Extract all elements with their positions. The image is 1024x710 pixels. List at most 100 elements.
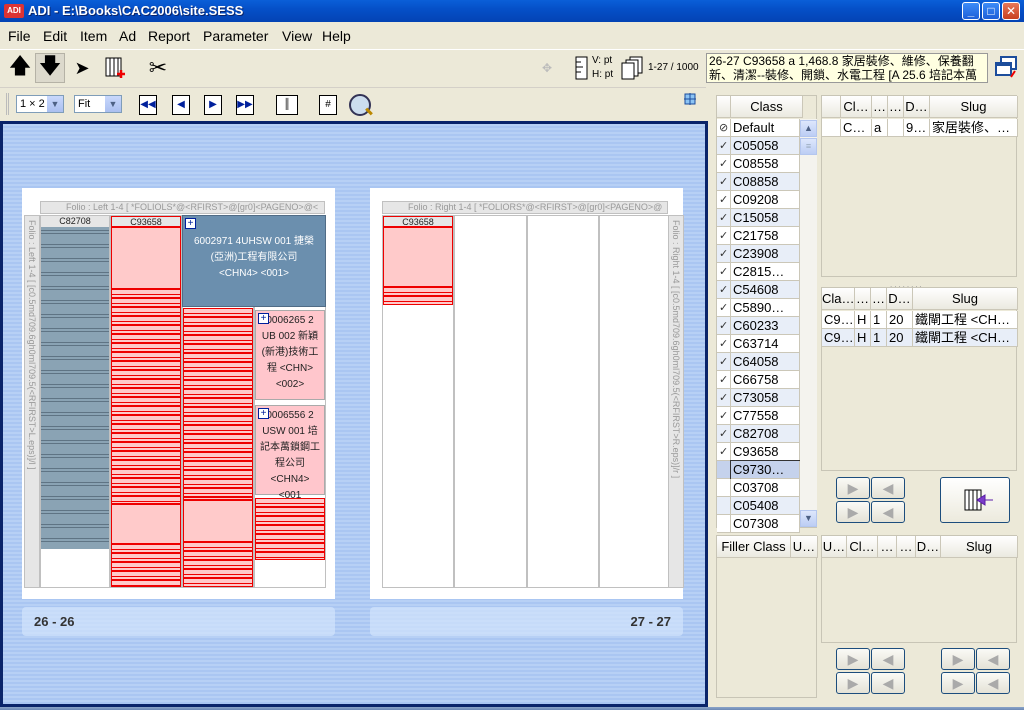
menu-item[interactable]: Item	[80, 28, 107, 44]
placed-ad[interactable]: + 0006265 2 UB 002 新穎(新港)技術工程 <CHN> <002…	[255, 310, 325, 400]
checkmark-icon[interactable]: ✓	[717, 443, 731, 461]
filler2-move-right-alt-button[interactable]: ▶	[941, 672, 975, 694]
add-column-button[interactable]	[100, 53, 130, 83]
left-page[interactable]: Folio : Left 1-4 [ *FOLIOLS*@<RFIRST>@[g…	[22, 188, 335, 599]
checkmark-icon[interactable]: ✓	[717, 335, 731, 353]
ad-block-stripes[interactable]	[183, 308, 253, 500]
checkmark-icon[interactable]: ✓	[717, 209, 731, 227]
expand-icon[interactable]: +	[258, 313, 269, 324]
first-page-button[interactable]: ◀◀	[139, 95, 157, 115]
menu-edit[interactable]: Edit	[43, 28, 67, 44]
filler2-move-left-button[interactable]: ◀	[976, 648, 1010, 670]
grid-header[interactable]: U…	[791, 536, 818, 558]
toolbar-grip[interactable]	[6, 93, 9, 115]
move-right-alt-button[interactable]: ▶	[836, 501, 870, 523]
grid-header[interactable]: U…	[822, 536, 847, 558]
filler-move-right-alt-button[interactable]: ▶	[836, 672, 870, 694]
spread-view-button[interactable]: ║	[276, 95, 298, 115]
expand-icon[interactable]: +	[258, 408, 269, 419]
zoom-combo[interactable]: Fit ▼	[74, 95, 122, 113]
float-window-icon[interactable]	[993, 55, 1019, 79]
ad-block-stripes[interactable]	[183, 542, 253, 587]
grid-header[interactable]: Slug	[941, 536, 1018, 558]
ads-grid[interactable]: Cl… … … D… Slug C… a 9… 家居裝修、…	[821, 95, 1018, 277]
ad-block[interactable]	[111, 504, 181, 544]
grid-header[interactable]: …	[878, 536, 897, 558]
grid-header[interactable]: …	[855, 288, 871, 310]
checkmark-icon[interactable]	[717, 497, 731, 515]
find-text-button[interactable]	[349, 94, 373, 116]
move-left-button[interactable]: ◀	[871, 477, 905, 499]
checkmark-icon[interactable]	[717, 461, 731, 479]
placed-ad[interactable]: + 0006556 2 USW 001 培記本萬鎖鋼工程公司 <CHN4> <0…	[255, 405, 325, 501]
grid-header[interactable]: …	[888, 96, 904, 118]
grid-header[interactable]: D…	[904, 96, 930, 118]
column-1[interactable]: C82708	[40, 215, 110, 588]
checkmark-icon[interactable]	[717, 479, 731, 497]
expand-icon[interactable]: +	[185, 218, 196, 229]
grid-header[interactable]: Slug	[913, 288, 1018, 310]
next-page-button[interactable]: ▶	[204, 95, 222, 115]
checkmark-icon[interactable]: ✓	[717, 155, 731, 173]
ad-block-filled[interactable]	[41, 227, 109, 549]
checkmark-icon[interactable]: ✓	[717, 263, 731, 281]
menu-ad[interactable]: Ad	[119, 28, 136, 44]
checkmark-icon[interactable]: ✓	[717, 425, 731, 443]
ad-block[interactable]	[383, 227, 453, 287]
scroll-thumb[interactable]: ≡	[800, 138, 817, 155]
checkmark-icon[interactable]: ✓	[717, 245, 731, 263]
checkmark-icon[interactable]	[717, 515, 731, 533]
scroll-up-button[interactable]: ▲	[800, 120, 817, 137]
ad-block-stripes[interactable]	[255, 498, 325, 560]
checkmark-icon[interactable]: ✓	[717, 299, 731, 317]
scroll-down-button[interactable]: ▼	[800, 510, 817, 527]
ad-block-stripes[interactable]	[111, 544, 181, 587]
filler-class-grid[interactable]: Filler Class U…	[716, 535, 818, 698]
minimize-button[interactable]: _	[962, 2, 980, 20]
previous-page-button[interactable]: ◀	[172, 95, 190, 115]
ad-block[interactable]	[183, 500, 253, 542]
checkmark-icon[interactable]: ✓	[717, 407, 731, 425]
checkmark-icon[interactable]: ✓	[717, 227, 731, 245]
class-column-header[interactable]: Class	[731, 96, 803, 118]
insert-into-columns-button[interactable]	[940, 477, 1010, 523]
check-column-header[interactable]	[717, 96, 731, 118]
menu-report[interactable]: Report	[148, 28, 190, 44]
checkmark-icon[interactable]: ✓	[717, 353, 731, 371]
checkmark-icon[interactable]: ✓	[717, 191, 731, 209]
move-left-alt-button[interactable]: ◀	[871, 501, 905, 523]
filler-move-right-button[interactable]: ▶	[836, 648, 870, 670]
cut-button[interactable]: ✂	[143, 53, 173, 83]
menu-parameter[interactable]: Parameter	[203, 28, 268, 44]
column-2[interactable]	[454, 215, 527, 588]
column-3[interactable]	[527, 215, 599, 588]
class-list[interactable]: Class ⊘ Default ✓ C05058 ✓ C08558 ✓ C08858 ✓ C092…	[716, 95, 817, 533]
select-tool-button[interactable]: ➤	[67, 53, 97, 83]
ad-block-stripes[interactable]	[383, 287, 453, 305]
move-down-button[interactable]: 🡇	[35, 53, 65, 83]
page-number-button[interactable]: #	[319, 95, 337, 115]
maximize-button[interactable]: □	[982, 2, 1000, 20]
grid-header[interactable]: Cl…	[841, 96, 872, 118]
fit-grid-icon[interactable]	[684, 93, 696, 105]
column-2[interactable]: C93658	[110, 215, 182, 588]
class-list-scrollbar[interactable]: ▲ ≡ ▼	[800, 119, 817, 527]
last-page-button[interactable]: ▶▶	[236, 95, 254, 115]
column-4[interactable]	[599, 215, 669, 588]
checkmark-icon[interactable]: ✓	[717, 137, 731, 155]
menu-help[interactable]: Help	[322, 28, 351, 44]
disabled-icon[interactable]: ⊘	[717, 119, 731, 137]
filler-move-left-button[interactable]: ◀	[871, 648, 905, 670]
filler-move-left-alt-button[interactable]: ◀	[871, 672, 905, 694]
grid-header[interactable]: Filler Class	[717, 536, 791, 558]
grid-header[interactable]: …	[897, 536, 916, 558]
grid-header[interactable]: Cl…	[847, 536, 878, 558]
filler2-move-left-alt-button[interactable]: ◀	[976, 672, 1010, 694]
move-right-button[interactable]: ▶	[836, 477, 870, 499]
grid-header[interactable]: Slug	[930, 96, 1018, 118]
layout-canvas[interactable]: Folio : Left 1-4 [ *FOLIOLS*@<RFIRST>@[g…	[0, 121, 708, 707]
placed-ad[interactable]: + 6002971 4UHSW 001 捷榮(亞洲)工程有限公司 <CHN4> …	[182, 215, 326, 307]
checkmark-icon[interactable]: ✓	[717, 317, 731, 335]
menu-file[interactable]: File	[8, 28, 31, 44]
checkmark-icon[interactable]: ✓	[717, 371, 731, 389]
